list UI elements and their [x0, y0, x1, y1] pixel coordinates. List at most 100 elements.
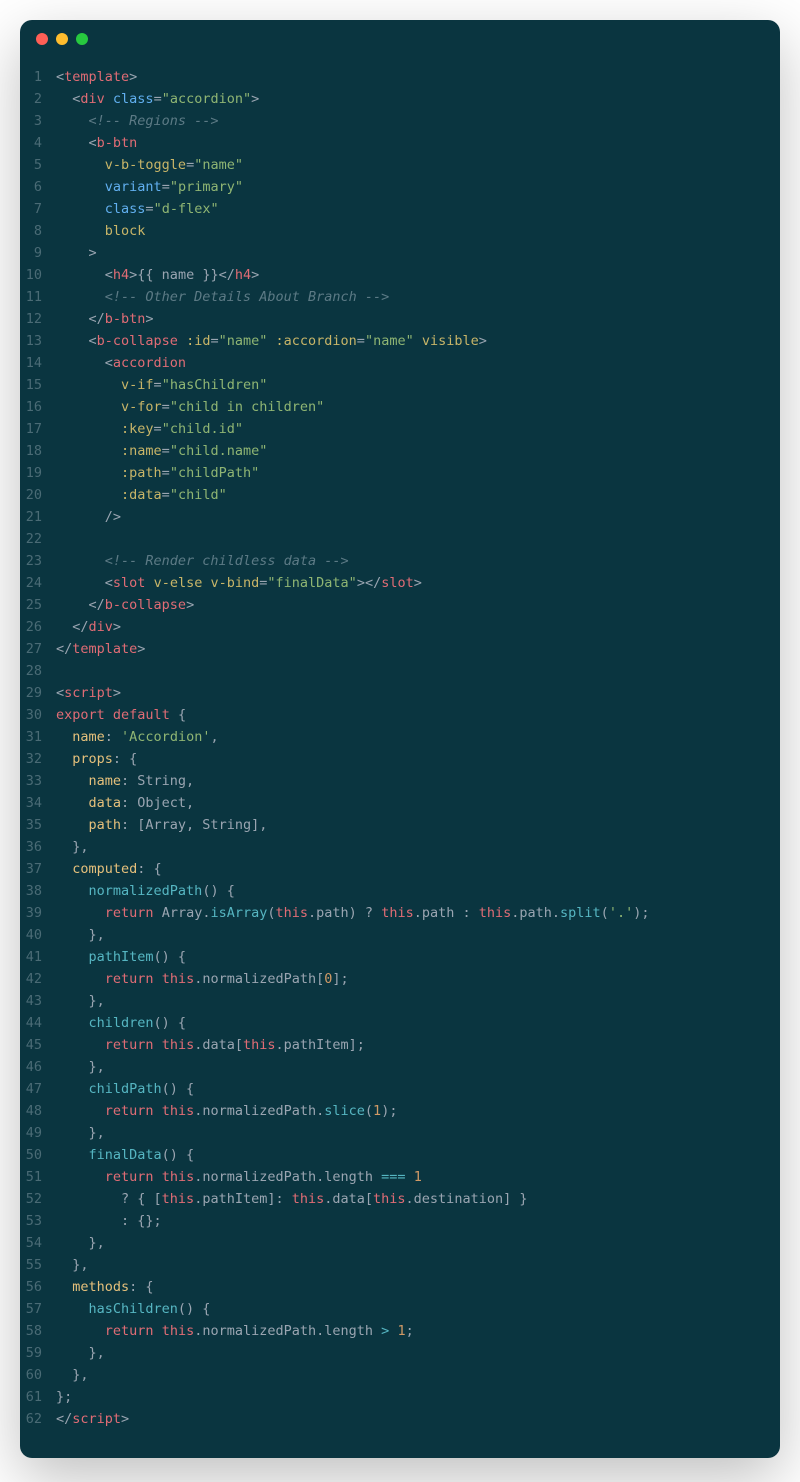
line-content: return this.normalizedPath[0]; — [56, 968, 780, 990]
line-number: 4 — [20, 132, 56, 154]
line-content: }, — [56, 1122, 780, 1144]
line-content: pathItem() { — [56, 946, 780, 968]
code-line: 57 hasChildren() { — [20, 1298, 780, 1320]
line-number: 3 — [20, 110, 56, 132]
line-content: /> — [56, 506, 780, 528]
code-line: 5 v-b-toggle="name" — [20, 154, 780, 176]
line-content: computed: { — [56, 858, 780, 880]
line-number: 57 — [20, 1298, 56, 1320]
code-line: 25 </b-collapse> — [20, 594, 780, 616]
line-number: 33 — [20, 770, 56, 792]
line-number: 30 — [20, 704, 56, 726]
line-content: normalizedPath() { — [56, 880, 780, 902]
line-content: }; — [56, 1386, 780, 1408]
code-line: 47 childPath() { — [20, 1078, 780, 1100]
code-line: 46 }, — [20, 1056, 780, 1078]
line-content: class="d-flex" — [56, 198, 780, 220]
code-line: 22 — [20, 528, 780, 550]
line-content: methods: { — [56, 1276, 780, 1298]
code-line: 23 <!-- Render childless data --> — [20, 550, 780, 572]
line-content: :key="child.id" — [56, 418, 780, 440]
code-line: 43 }, — [20, 990, 780, 1012]
code-line: 60 }, — [20, 1364, 780, 1386]
minimize-icon[interactable] — [56, 33, 68, 45]
line-content: block — [56, 220, 780, 242]
line-number: 39 — [20, 902, 56, 924]
line-content: hasChildren() { — [56, 1298, 780, 1320]
code-line: 44 children() { — [20, 1012, 780, 1034]
code-line: 38 normalizedPath() { — [20, 880, 780, 902]
code-line: 29<script> — [20, 682, 780, 704]
line-content: return this.normalizedPath.length > 1; — [56, 1320, 780, 1342]
line-content: }, — [56, 1232, 780, 1254]
line-number: 37 — [20, 858, 56, 880]
line-content: }, — [56, 1364, 780, 1386]
code-line: 27</template> — [20, 638, 780, 660]
line-content: }, — [56, 990, 780, 1012]
code-line: 11 <!-- Other Details About Branch --> — [20, 286, 780, 308]
line-content: <slot v-else v-bind="finalData"></slot> — [56, 572, 780, 594]
code-line: 45 return this.data[this.pathItem]; — [20, 1034, 780, 1056]
code-line: 17 :key="child.id" — [20, 418, 780, 440]
line-number: 28 — [20, 660, 56, 682]
line-content: </template> — [56, 638, 780, 660]
line-number: 58 — [20, 1320, 56, 1342]
line-content: </b-btn> — [56, 308, 780, 330]
line-number: 8 — [20, 220, 56, 242]
code-line: 18 :name="child.name" — [20, 440, 780, 462]
line-content: <div class="accordion"> — [56, 88, 780, 110]
code-line: 32 props: { — [20, 748, 780, 770]
line-number: 40 — [20, 924, 56, 946]
line-number: 62 — [20, 1408, 56, 1430]
line-number: 25 — [20, 594, 56, 616]
line-number: 6 — [20, 176, 56, 198]
code-line: 62</script> — [20, 1408, 780, 1430]
line-number: 10 — [20, 264, 56, 286]
code-line: 4 <b-btn — [20, 132, 780, 154]
line-content: ? { [this.pathItem]: this.data[this.dest… — [56, 1188, 780, 1210]
line-content: <h4>{{ name }}</h4> — [56, 264, 780, 286]
line-content: }, — [56, 1254, 780, 1276]
code-line: 54 }, — [20, 1232, 780, 1254]
line-number: 59 — [20, 1342, 56, 1364]
line-number: 27 — [20, 638, 56, 660]
line-content: }, — [56, 836, 780, 858]
code-line: 8 block — [20, 220, 780, 242]
line-content: > — [56, 242, 780, 264]
line-content: name: 'Accordion', — [56, 726, 780, 748]
close-icon[interactable] — [36, 33, 48, 45]
line-number: 12 — [20, 308, 56, 330]
line-number: 1 — [20, 66, 56, 88]
line-number: 49 — [20, 1122, 56, 1144]
code-line: 34 data: Object, — [20, 792, 780, 814]
code-line: 35 path: [Array, String], — [20, 814, 780, 836]
zoom-icon[interactable] — [76, 33, 88, 45]
code-line: 6 variant="primary" — [20, 176, 780, 198]
line-number: 15 — [20, 374, 56, 396]
line-number: 17 — [20, 418, 56, 440]
line-content: props: { — [56, 748, 780, 770]
code-editor[interactable]: 1<template>2 <div class="accordion">3 <!… — [20, 58, 780, 1458]
code-line: 31 name: 'Accordion', — [20, 726, 780, 748]
line-content: data: Object, — [56, 792, 780, 814]
code-line: 19 :path="childPath" — [20, 462, 780, 484]
line-content: v-if="hasChildren" — [56, 374, 780, 396]
code-line: 12 </b-btn> — [20, 308, 780, 330]
line-content: <accordion — [56, 352, 780, 374]
line-number: 38 — [20, 880, 56, 902]
line-number: 60 — [20, 1364, 56, 1386]
line-content: <b-collapse :id="name" :accordion="name"… — [56, 330, 780, 352]
code-line: 52 ? { [this.pathItem]: this.data[this.d… — [20, 1188, 780, 1210]
code-line: 55 }, — [20, 1254, 780, 1276]
line-content: return this.normalizedPath.length === 1 — [56, 1166, 780, 1188]
line-content: path: [Array, String], — [56, 814, 780, 836]
line-number: 50 — [20, 1144, 56, 1166]
line-content: finalData() { — [56, 1144, 780, 1166]
line-number: 52 — [20, 1188, 56, 1210]
line-number: 22 — [20, 528, 56, 550]
line-content: export default { — [56, 704, 780, 726]
line-content: <!-- Regions --> — [56, 110, 780, 132]
line-number: 21 — [20, 506, 56, 528]
line-number: 11 — [20, 286, 56, 308]
line-content: children() { — [56, 1012, 780, 1034]
